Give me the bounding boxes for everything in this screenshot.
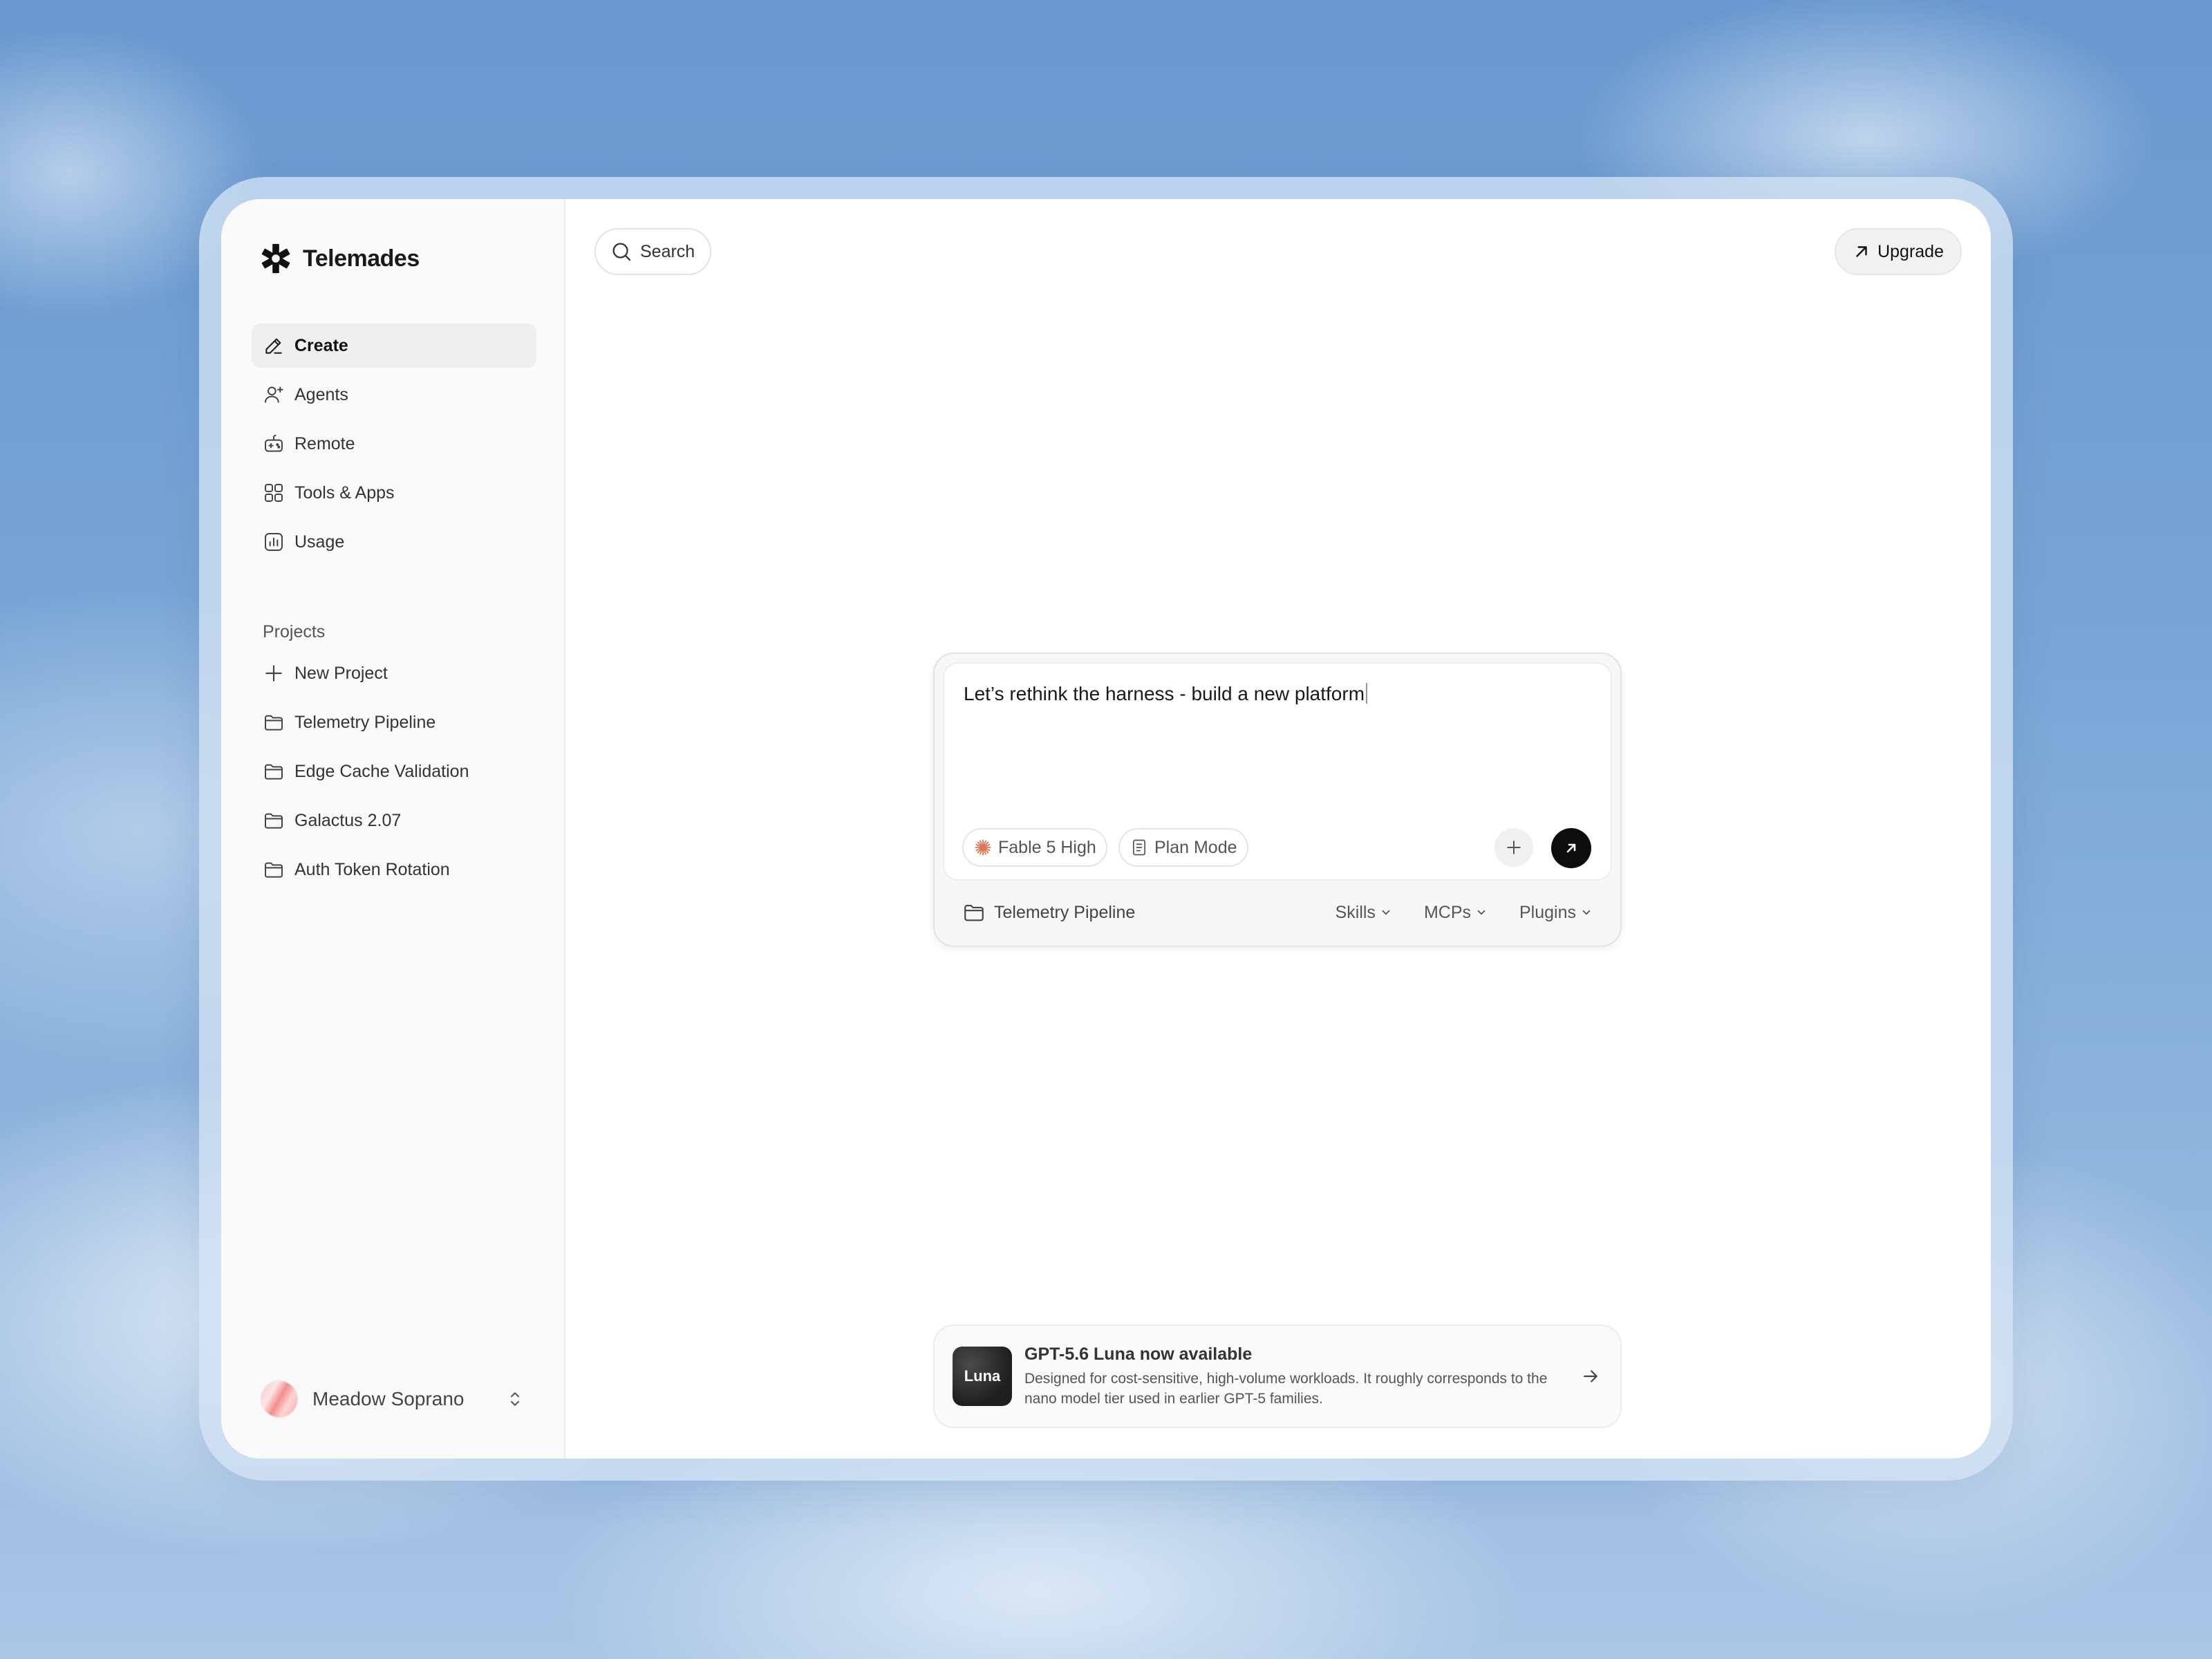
nav-label: Agents bbox=[294, 384, 348, 404]
app-window: Telemades Create Agents Remote Tools & A… bbox=[221, 199, 1991, 1459]
brand[interactable]: Telemades bbox=[259, 238, 536, 279]
folder-icon bbox=[265, 764, 283, 780]
chevron-down-icon bbox=[1582, 910, 1591, 915]
add-attachment-button[interactable] bbox=[1494, 828, 1533, 867]
nav-label: Remote bbox=[294, 433, 355, 453]
main-area: Search Upgrade Let’s rethink the harness… bbox=[565, 199, 1991, 1459]
new-project-button[interactable]: New Project bbox=[252, 651, 536, 695]
nav-item-usage[interactable]: Usage bbox=[252, 520, 536, 564]
composer-menus: Skills MCPs Plugins bbox=[1335, 903, 1593, 923]
user-name: Meadow Soprano bbox=[312, 1388, 465, 1409]
gamepad-icon bbox=[265, 435, 283, 452]
prompt-input[interactable]: Let’s rethink the harness - build a new … bbox=[964, 683, 1591, 705]
folder-icon bbox=[265, 715, 283, 731]
search-label: Search bbox=[640, 241, 695, 261]
plus-icon bbox=[1507, 841, 1521, 854]
banner-description: Designed for cost-sensitive, high-volume… bbox=[1024, 1370, 1548, 1407]
nav-label: Usage bbox=[294, 532, 345, 552]
upgrade-label: Upgrade bbox=[1877, 241, 1944, 261]
plan-mode-toggle[interactable]: Plan Mode bbox=[1118, 828, 1248, 867]
arrow-right-icon bbox=[1584, 1370, 1597, 1382]
main-nav: Create Agents Remote Tools & Apps Usage bbox=[252, 324, 536, 564]
plus-icon bbox=[265, 665, 282, 682]
user-plus-icon bbox=[265, 386, 283, 403]
bar-chart-icon bbox=[265, 533, 283, 551]
brand-name: Telemades bbox=[303, 245, 420, 272]
nav-item-tools-apps[interactable]: Tools & Apps bbox=[252, 471, 536, 515]
send-button[interactable] bbox=[1551, 828, 1591, 868]
arrow-up-right-icon bbox=[1856, 246, 1867, 257]
sidebar: Telemades Create Agents Remote Tools & A… bbox=[221, 199, 565, 1459]
project-selector-label: Telemetry Pipeline bbox=[994, 902, 1136, 922]
model-label: Fable 5 High bbox=[998, 837, 1096, 857]
project-label: Auth Token Rotation bbox=[294, 859, 450, 879]
project-item-edge-cache-validation[interactable]: Edge Cache Validation bbox=[252, 749, 536, 794]
nav-item-remote[interactable]: Remote bbox=[252, 422, 536, 466]
pencil-icon bbox=[265, 338, 282, 354]
luna-logo: Luna bbox=[953, 1347, 1012, 1406]
prompt-box[interactable]: Let’s rethink the harness - build a new … bbox=[943, 662, 1612, 881]
telemades-logo-icon bbox=[259, 241, 293, 276]
project-label: Galactus 2.07 bbox=[294, 810, 402, 830]
mcps-dropdown[interactable]: MCPs bbox=[1424, 903, 1488, 923]
chevron-down-icon bbox=[1382, 910, 1390, 915]
banner-text: GPT-5.6 Luna now available Designed for … bbox=[1024, 1344, 1580, 1409]
document-icon bbox=[1132, 839, 1146, 856]
plugins-dropdown[interactable]: Plugins bbox=[1519, 903, 1593, 923]
chevron-down-icon bbox=[1477, 910, 1485, 915]
composer-footer: Telemetry Pipeline Skills MCPs Plugins bbox=[962, 890, 1593, 935]
skills-dropdown[interactable]: Skills bbox=[1335, 903, 1392, 923]
folder-icon bbox=[265, 813, 283, 829]
project-list: New Project Telemetry Pipeline Edge Cach… bbox=[252, 651, 536, 892]
project-item-galactus[interactable]: Galactus 2.07 bbox=[252, 798, 536, 843]
folder-icon bbox=[265, 862, 283, 878]
project-item-auth-token-rotation[interactable]: Auth Token Rotation bbox=[252, 847, 536, 892]
nav-item-agents[interactable]: Agents bbox=[252, 373, 536, 417]
arrow-up-right-icon bbox=[1566, 843, 1576, 853]
project-label: Edge Cache Validation bbox=[294, 761, 469, 781]
project-selector[interactable]: Telemetry Pipeline bbox=[962, 901, 1135, 924]
nav-item-create[interactable]: Create bbox=[252, 324, 536, 368]
model-selector[interactable]: Fable 5 High bbox=[962, 828, 1107, 867]
folder-icon bbox=[964, 905, 984, 921]
avatar bbox=[260, 1380, 299, 1418]
announcement-banner[interactable]: Luna GPT-5.6 Luna now available Designed… bbox=[933, 1324, 1622, 1428]
mcps-label: MCPs bbox=[1423, 902, 1471, 922]
plan-mode-label: Plan Mode bbox=[1154, 837, 1237, 857]
search-button[interactable]: Search bbox=[594, 228, 712, 275]
new-project-label: New Project bbox=[294, 663, 388, 683]
prompt-text: Let’s rethink the harness - build a new … bbox=[964, 683, 1365, 704]
project-label: Telemetry Pipeline bbox=[294, 712, 436, 732]
composer: Let’s rethink the harness - build a new … bbox=[933, 653, 1622, 947]
plugins-label: Plugins bbox=[1519, 902, 1576, 922]
projects-heading: Projects bbox=[263, 622, 326, 641]
nav-label: Tools & Apps bbox=[294, 482, 395, 503]
search-icon bbox=[612, 243, 631, 261]
skills-label: Skills bbox=[1335, 902, 1376, 922]
nav-label: Create bbox=[294, 335, 348, 355]
user-switcher[interactable]: Meadow Soprano bbox=[260, 1378, 525, 1420]
text-caret bbox=[1366, 683, 1368, 704]
grid-icon bbox=[265, 484, 283, 502]
banner-title: GPT-5.6 Luna now available bbox=[1024, 1344, 1253, 1364]
upgrade-button[interactable]: Upgrade bbox=[1835, 228, 1962, 275]
starburst-icon bbox=[975, 839, 991, 856]
chevron-up-down-icon bbox=[511, 1392, 519, 1406]
project-item-telemetry-pipeline[interactable]: Telemetry Pipeline bbox=[252, 700, 536, 744]
